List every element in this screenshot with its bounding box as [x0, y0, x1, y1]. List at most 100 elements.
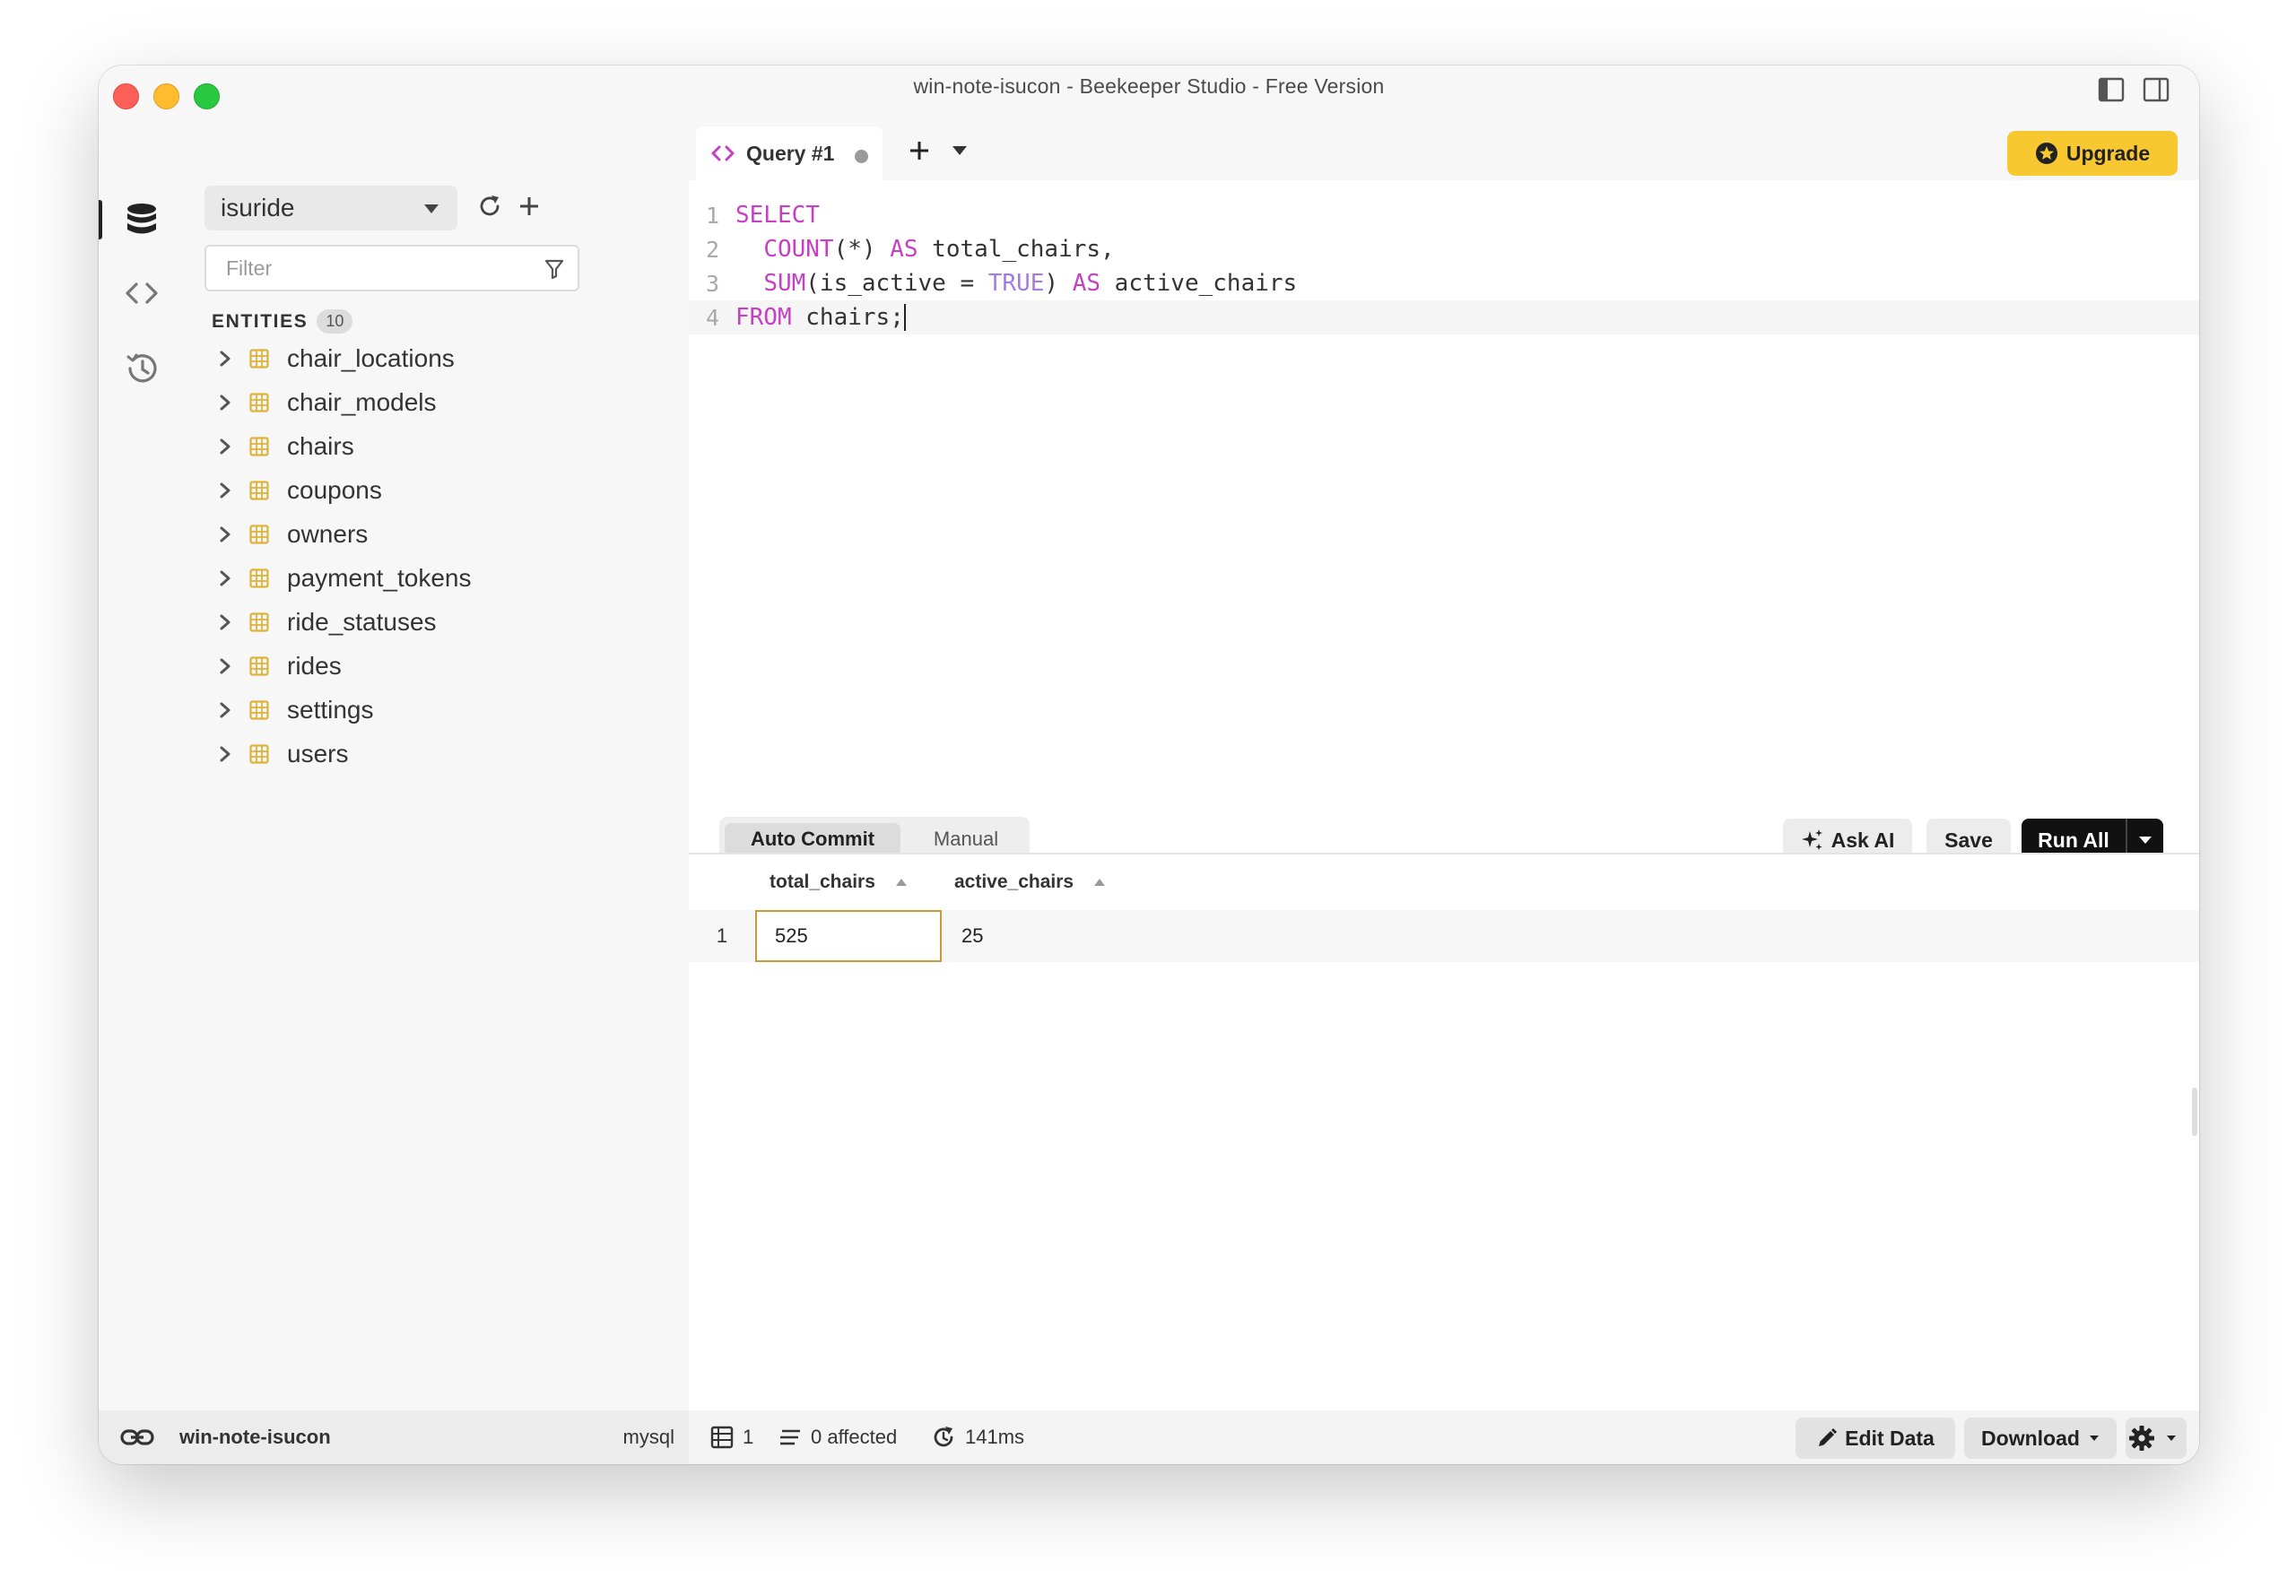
chevron-down-icon	[952, 146, 967, 155]
table-icon	[249, 348, 269, 369]
column-header-active-chairs[interactable]: active_chairs	[954, 854, 1106, 910]
table-rows-icon	[710, 1426, 734, 1449]
star-badge-icon	[2035, 143, 2057, 164]
sql-editor[interactable]: 1 SELECT 2 COUNT (*) AS total_chairs, 3 SUM(…	[689, 180, 2199, 819]
database-icon	[127, 204, 156, 234]
run-options-button[interactable]	[2127, 836, 2163, 845]
auto-commit-option[interactable]: Auto Commit	[725, 823, 900, 855]
edit-data-button[interactable]: Edit Data	[1796, 1418, 1955, 1459]
sql-keyword: SUM	[763, 270, 806, 297]
download-button[interactable]: Download	[1964, 1418, 2117, 1459]
line-number: 3	[705, 270, 719, 297]
entity-item-rides[interactable]: rides	[204, 644, 671, 688]
filter-input[interactable]	[224, 255, 533, 282]
entity-item-users[interactable]: users	[204, 732, 671, 776]
cell-total-chairs[interactable]: 525	[755, 910, 942, 962]
sql-text: active_chairs	[1100, 270, 1298, 297]
line-number: 4	[705, 304, 719, 331]
code-icon	[711, 145, 735, 161]
chevron-right-icon[interactable]	[212, 613, 239, 631]
title-bar: win-note-isucon - Beekeeper Studio - Fre…	[99, 65, 2199, 110]
chevron-right-icon[interactable]	[212, 657, 239, 675]
sql-literal: TRUE	[987, 270, 1045, 297]
entity-label: chair_models	[287, 387, 437, 416]
add-connection-button[interactable]	[511, 184, 547, 229]
rail-database[interactable]	[99, 184, 185, 256]
refresh-button[interactable]	[472, 184, 508, 229]
filter-icon[interactable]	[544, 258, 565, 280]
upgrade-button[interactable]: Upgrade	[2007, 131, 2178, 176]
chevron-right-icon[interactable]	[212, 569, 239, 587]
filter-field[interactable]	[204, 245, 579, 291]
entity-item-chairs[interactable]: chairs	[204, 424, 671, 468]
entities-count-badge: 10	[317, 309, 353, 334]
entity-item-chair-locations[interactable]: chair_locations	[204, 336, 671, 380]
code-line[interactable]: 3 SUM (is_active = TRUE) AS active_chairs	[689, 266, 2199, 300]
entity-list: chair_locations chair_modelschairs coupons…	[204, 336, 671, 776]
entity-label: users	[287, 739, 349, 768]
entity-label: payment_tokens	[287, 563, 472, 592]
upgrade-label: Upgrade	[2066, 141, 2151, 165]
entity-item-ride-statuses[interactable]: ride_statuses	[204, 600, 671, 644]
sql-text: (is_active =	[805, 270, 988, 297]
settings-button[interactable]	[2126, 1418, 2187, 1459]
table-icon	[249, 392, 269, 412]
code-line[interactable]: 2 COUNT (*) AS total_chairs,	[689, 232, 2199, 266]
entity-item-coupons[interactable]: coupons	[204, 468, 671, 512]
lines-icon	[780, 1429, 800, 1445]
connection-select[interactable]: isuride	[204, 186, 457, 230]
manual-option[interactable]: Manual	[909, 823, 1022, 855]
chevron-right-icon[interactable]	[212, 350, 239, 368]
text-cursor	[903, 304, 906, 331]
chevron-right-icon[interactable]	[212, 481, 239, 499]
pencil-icon	[1819, 1428, 1838, 1446]
entity-label: chair_locations	[287, 343, 455, 372]
table-row: 1 525 25	[689, 910, 2199, 962]
plus-icon	[910, 142, 928, 160]
code-line[interactable]: 4 FROM chairs;	[689, 300, 2199, 334]
timer-icon	[934, 1427, 953, 1447]
app-window: win-note-isucon - Beekeeper Studio - Fre…	[99, 65, 2199, 1464]
chevron-down-icon	[2167, 1436, 2176, 1441]
sort-icon[interactable]	[895, 878, 908, 887]
toggle-right-panel-icon[interactable]	[2142, 75, 2170, 104]
entity-item-chair-models[interactable]: chair_models	[204, 380, 671, 424]
connection-link-icon	[120, 1410, 163, 1464]
tab-menu-button[interactable]	[944, 135, 975, 166]
line-number: 1	[705, 202, 719, 229]
chevron-right-icon[interactable]	[212, 525, 239, 543]
cell-active-chairs[interactable]: 25	[942, 910, 1300, 962]
history-icon	[126, 353, 157, 383]
toggle-sidebar-icon[interactable]	[2097, 75, 2126, 104]
chevron-right-icon[interactable]	[212, 745, 239, 763]
plus-icon	[520, 197, 538, 215]
tab-query-1[interactable]: Query #1	[696, 126, 883, 180]
unsaved-dot-icon[interactable]	[855, 150, 868, 163]
entity-item-owners[interactable]: owners	[204, 512, 671, 556]
tab-label: Query #1	[746, 141, 835, 165]
entity-item-settings[interactable]: settings	[204, 688, 671, 732]
chevron-right-icon[interactable]	[212, 394, 239, 412]
entity-item-payment-tokens[interactable]: payment_tokens	[204, 556, 671, 600]
table-icon	[249, 524, 269, 544]
save-label: Save	[1944, 828, 1993, 852]
rail-queries[interactable]	[99, 257, 185, 329]
column-header-total-chairs[interactable]: total_chairs	[770, 854, 908, 910]
main-panel: Query #1 Upgrade 1 SELECT 2 COUNT (*) AS to…	[689, 119, 2199, 1464]
results-scrollbar[interactable]	[2192, 1088, 2197, 1136]
entity-label: chairs	[287, 431, 354, 460]
sort-icon[interactable]	[1093, 878, 1106, 887]
sql-keyword: COUNT	[763, 236, 834, 263]
rail-history[interactable]	[99, 333, 185, 404]
connection-name: win-note-isucon	[179, 1426, 331, 1448]
tab-bar: Query #1 Upgrade	[689, 119, 2199, 180]
new-tab-button[interactable]	[904, 135, 935, 166]
code-line[interactable]: 1 SELECT	[689, 198, 2199, 232]
sidebar: isuride ENTITIES 10 chair_locationschair…	[185, 119, 689, 1464]
chevron-right-icon[interactable]	[212, 701, 239, 719]
table-icon	[249, 655, 269, 676]
chevron-down-icon	[2139, 837, 2152, 844]
code-icon	[126, 282, 158, 304]
chevron-down-icon	[2089, 1436, 2099, 1441]
chevron-right-icon[interactable]	[212, 438, 239, 455]
